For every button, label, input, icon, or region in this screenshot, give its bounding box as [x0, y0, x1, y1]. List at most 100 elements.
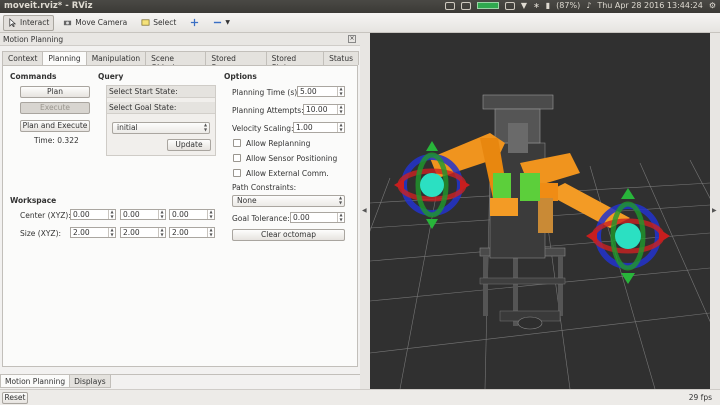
crosshair-icon: [191, 18, 199, 27]
move-camera-label: Move Camera: [75, 18, 128, 27]
tab-stored-states[interactable]: Stored States: [265, 51, 325, 72]
plan-button[interactable]: Plan: [20, 86, 90, 98]
planning-time-spinbox[interactable]: 5.00 ▲ ▼: [297, 86, 345, 97]
focus-camera-tool-button[interactable]: [185, 15, 204, 31]
title-bar: moveit.rviz* - RViz ▼ ∗ ▮ (87%) ♪ Thu Ap…: [0, 0, 720, 13]
planning-attempts-spinbox[interactable]: 10.00 ▲ ▼: [303, 104, 345, 115]
tab-scene-objects[interactable]: Scene Objects: [145, 51, 207, 72]
goal-tolerance-value: 0.00: [293, 213, 310, 222]
status-bar: Reset 29 fps: [0, 389, 720, 405]
updown-arrow-icon: ▲ ▼: [338, 195, 343, 205]
select-tool-button[interactable]: Select: [136, 15, 181, 31]
network-activity-icon[interactable]: [476, 2, 499, 9]
tab-stored-scenes[interactable]: Stored Scenes: [205, 51, 267, 72]
allow-replanning-label: Allow Replanning: [246, 139, 311, 148]
velocity-scaling-label: Velocity Scaling:: [232, 124, 294, 133]
spin-arrows-icon[interactable]: ▲ ▼: [108, 209, 115, 219]
query-box: Select Start State: Select Goal State: i…: [106, 85, 216, 156]
goal-tolerance-spinbox[interactable]: 0.00 ▲ ▼: [290, 212, 345, 223]
panel-header: Motion Planning ×: [0, 33, 360, 46]
tab-manipulation[interactable]: Manipulation: [85, 51, 147, 65]
wifi-icon[interactable]: ▼: [521, 1, 527, 10]
tool-dropdown-icon[interactable]: ▼: [225, 19, 230, 26]
dropbox-icon[interactable]: [444, 1, 455, 10]
allow-external-comm-checkbox[interactable]: [233, 169, 241, 177]
robot-scene-render[interactable]: [370, 33, 710, 389]
camera-icon: [64, 20, 72, 26]
collapse-left-icon[interactable]: ◀: [362, 207, 367, 214]
planning-time-value: 5.00: [300, 87, 317, 96]
velocity-scaling-spinbox[interactable]: 1.00 ▲ ▼: [293, 122, 345, 133]
execute-button[interactable]: Execute: [20, 102, 90, 114]
select-box-icon: [141, 19, 150, 26]
planning-attempts-value: 10.00: [306, 105, 328, 114]
center-z-spinbox[interactable]: 0.00 ▲ ▼: [169, 209, 215, 220]
panel-close-icon[interactable]: ×: [348, 35, 356, 43]
allow-external-comm-label: Allow External Comm.: [246, 169, 329, 178]
path-constraints-select[interactable]: None ▲ ▼: [232, 195, 345, 207]
window-title: moveit.rviz* - RViz: [4, 1, 93, 11]
select-start-state-row[interactable]: Select Start State:: [107, 86, 215, 98]
allow-sensor-positioning-label: Allow Sensor Positioning: [246, 154, 338, 163]
collapse-right-icon[interactable]: ▶: [712, 207, 717, 214]
size-x-spinbox[interactable]: 2.00 ▲ ▼: [70, 227, 116, 238]
select-goal-state-row[interactable]: Select Goal State:: [107, 102, 215, 114]
panel-splitter[interactable]: ◀: [360, 33, 370, 389]
spin-arrows-icon[interactable]: ▲ ▼: [158, 209, 165, 219]
path-constraints-label: Path Constraints:: [232, 183, 297, 192]
goal-tolerance-label: Goal Tolerance:: [232, 214, 290, 223]
size-z-spinbox[interactable]: 2.00 ▲ ▼: [169, 227, 215, 238]
remove-tool-button[interactable]: ▼: [208, 15, 235, 31]
center-xyz-label: Center (XYZ):: [20, 211, 71, 220]
messages-icon[interactable]: [504, 1, 515, 10]
select-label: Select: [153, 18, 177, 27]
spin-arrows-icon[interactable]: ▲ ▼: [158, 227, 165, 237]
center-x-spinbox[interactable]: 0.00 ▲ ▼: [70, 209, 116, 220]
battery-icon[interactable]: ▮: [546, 1, 550, 10]
center-y-spinbox[interactable]: 0.00 ▲ ▼: [120, 209, 166, 220]
goal-state-select[interactable]: initial ▲ ▼: [112, 122, 210, 134]
minus-icon: [214, 21, 222, 24]
size-y-spinbox[interactable]: 2.00 ▲ ▼: [120, 227, 166, 238]
spin-arrows-icon[interactable]: ▲ ▼: [337, 86, 344, 96]
plan-and-execute-button[interactable]: Plan and Execute: [20, 120, 90, 132]
tab-displays[interactable]: Displays: [69, 375, 111, 388]
planning-time-label: Planning Time (s):: [232, 88, 300, 97]
size-x-value: 2.00: [73, 228, 90, 237]
center-z-value: 0.00: [172, 210, 189, 219]
spin-arrows-icon[interactable]: ▲ ▼: [108, 227, 115, 237]
updown-arrow-icon: ▲ ▼: [203, 122, 208, 132]
reset-button[interactable]: Reset: [2, 392, 28, 404]
allow-replanning-checkbox[interactable]: [233, 139, 241, 147]
spin-arrows-icon[interactable]: ▲ ▼: [337, 212, 344, 222]
panel-tabs: Context Planning Manipulation Scene Obje…: [2, 51, 360, 72]
allow-sensor-positioning-checkbox[interactable]: [233, 154, 241, 162]
clear-octomap-button[interactable]: Clear octomap: [232, 229, 345, 241]
cursor-icon: [9, 18, 17, 27]
update-button[interactable]: Update: [167, 139, 211, 151]
tab-planning[interactable]: Planning: [42, 51, 87, 66]
spin-arrows-icon[interactable]: ▲ ▼: [337, 122, 344, 132]
center-y-value: 0.00: [123, 210, 140, 219]
planning-time-result: Time: 0.322: [34, 136, 79, 145]
move-camera-tool-button[interactable]: Move Camera: [58, 15, 132, 31]
volume-icon[interactable]: ♪: [586, 1, 591, 10]
spin-arrows-icon[interactable]: ▲ ▼: [337, 104, 344, 114]
bluetooth-icon[interactable]: ∗: [533, 1, 540, 10]
tab-motion-planning[interactable]: Motion Planning: [0, 375, 71, 388]
path-constraints-value: None: [237, 196, 257, 205]
velocity-scaling-value: 1.00: [296, 123, 313, 132]
settings-icon[interactable]: ⚙: [709, 1, 716, 10]
tab-status[interactable]: Status: [323, 51, 360, 65]
fps-readout: 29 fps: [688, 393, 712, 402]
clock[interactable]: Thu Apr 28 2016 13:44:24: [597, 1, 703, 10]
spin-arrows-icon[interactable]: ▲ ▼: [207, 209, 214, 219]
right-dock-splitter[interactable]: ▶: [710, 33, 720, 389]
keyboard-icon[interactable]: [460, 1, 471, 10]
battery-percent[interactable]: (87%): [556, 1, 580, 10]
interact-tool-button[interactable]: Interact: [3, 14, 55, 31]
spin-arrows-icon[interactable]: ▲ ▼: [207, 227, 214, 237]
goal-state-value: initial: [117, 123, 138, 132]
3d-viewport[interactable]: [370, 33, 710, 389]
tab-context[interactable]: Context: [2, 51, 44, 65]
